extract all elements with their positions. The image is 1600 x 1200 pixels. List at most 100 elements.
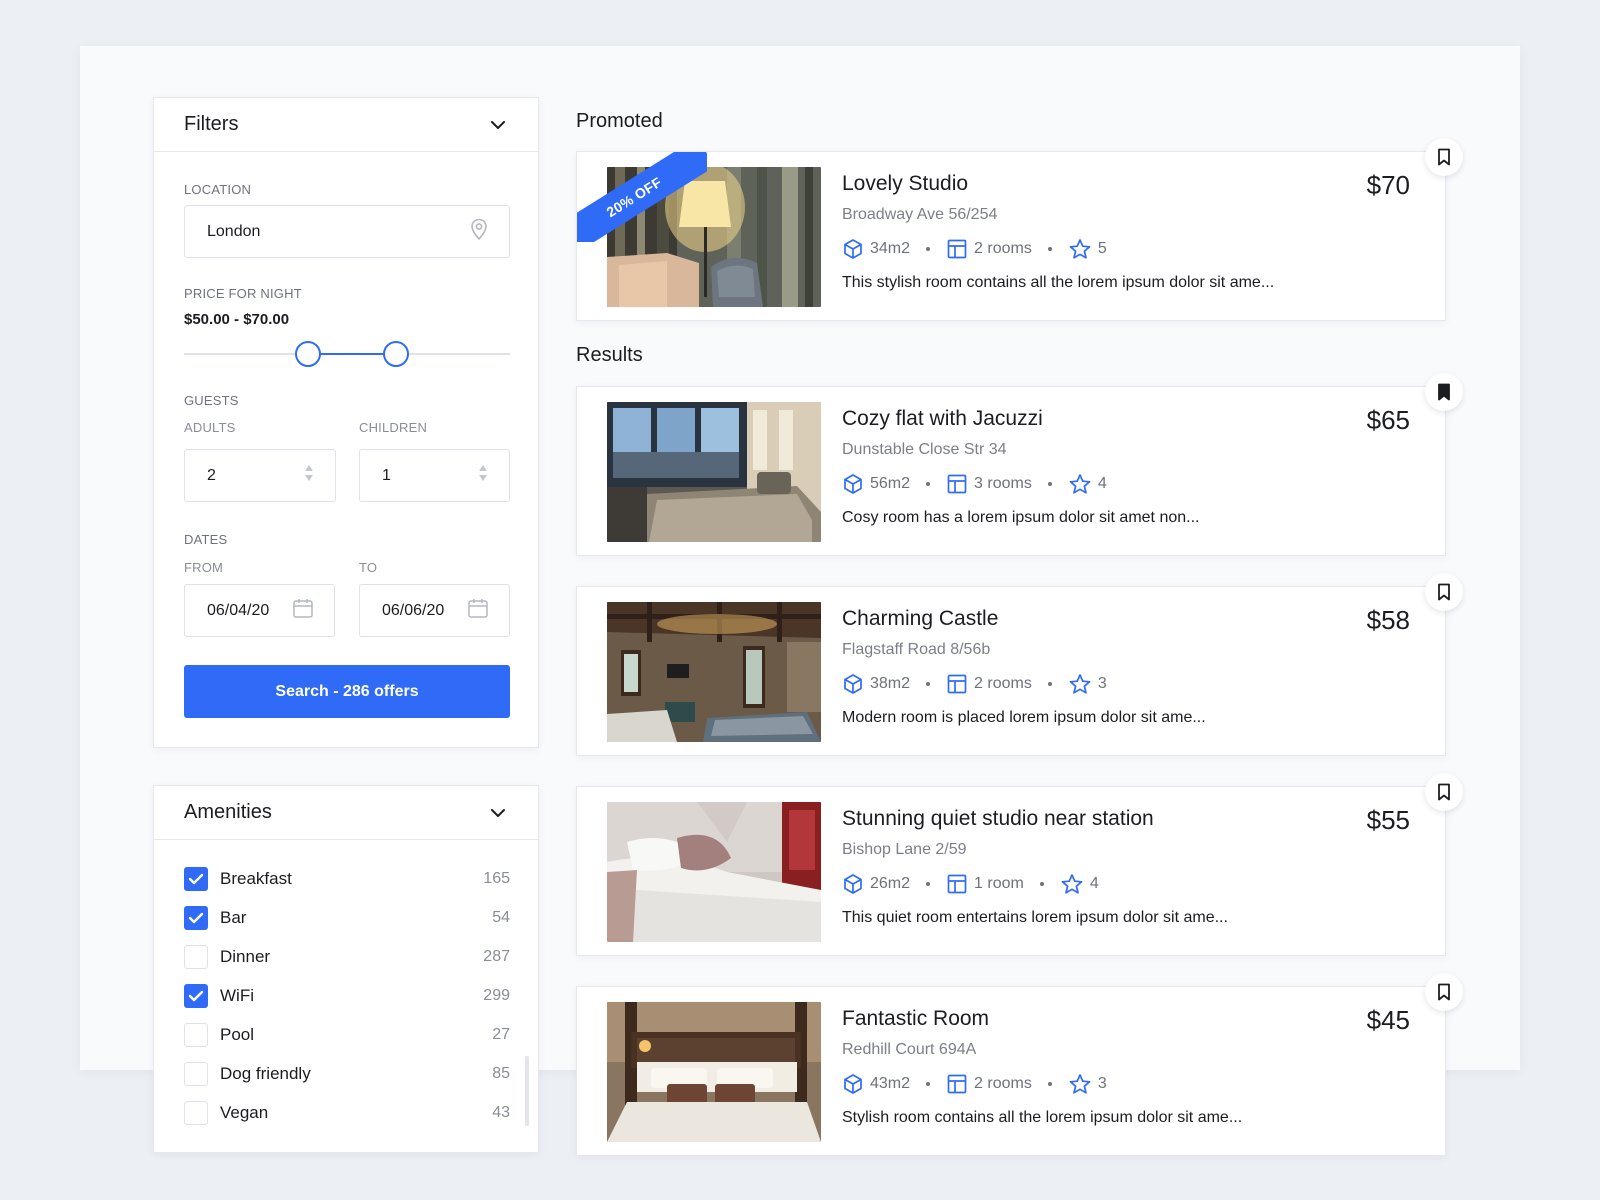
listing-address: Bishop Lane 2/59 bbox=[842, 841, 967, 858]
bookmark-button[interactable] bbox=[1425, 138, 1463, 176]
area-info: 38m2 bbox=[842, 673, 910, 695]
cube-icon bbox=[844, 674, 862, 694]
listing-description: Modern room is placed lorem ipsum dolor … bbox=[842, 709, 1206, 726]
bookmark-button[interactable] bbox=[1425, 973, 1463, 1011]
separator-dot bbox=[1039, 882, 1044, 886]
cube-icon bbox=[844, 474, 862, 494]
amenity-checkbox[interactable] bbox=[184, 1100, 208, 1125]
chevron-down-icon[interactable] bbox=[488, 115, 508, 135]
star-icon bbox=[1061, 874, 1083, 894]
separator-dot bbox=[926, 247, 931, 251]
checkmark-icon bbox=[188, 873, 204, 884]
area-value: 38m2 bbox=[870, 675, 911, 692]
children-stepper[interactable]: 1 bbox=[359, 449, 510, 502]
filters-title: Filters bbox=[184, 113, 239, 135]
amenity-label: WiFi bbox=[220, 985, 254, 1005]
separator-dot bbox=[1047, 482, 1052, 486]
amenity-item[interactable]: Bar 54 bbox=[184, 898, 510, 937]
listing-title[interactable]: Lovely Studio bbox=[842, 172, 968, 196]
adults-stepper[interactable]: 2 bbox=[184, 449, 336, 502]
floorplan-icon bbox=[947, 239, 967, 259]
rooms-info: 2 rooms bbox=[946, 1073, 1032, 1095]
amenity-count: 165 bbox=[483, 869, 510, 887]
separator-dot bbox=[1047, 247, 1052, 251]
listing-photo[interactable] bbox=[607, 602, 821, 742]
filters-panel: Filters LOCATION London PRICE FOR NIGHT … bbox=[153, 97, 539, 748]
price-range-value: $50.00 - $70.00 bbox=[184, 311, 290, 328]
amenity-checkbox[interactable] bbox=[184, 944, 208, 969]
rating-info: 5 bbox=[1068, 238, 1107, 260]
amenity-checkbox[interactable] bbox=[184, 866, 208, 891]
amenity-checkbox[interactable] bbox=[184, 905, 208, 930]
amenity-item[interactable]: Dog friendly 85 bbox=[184, 1054, 510, 1093]
floorplan-icon bbox=[947, 1074, 967, 1094]
stepper-arrows-icon[interactable] bbox=[303, 463, 315, 488]
listing-photo[interactable] bbox=[607, 402, 821, 542]
results-heading: Results bbox=[576, 344, 643, 366]
price-label: PRICE FOR NIGHT bbox=[184, 286, 302, 301]
separator-dot bbox=[1047, 682, 1052, 686]
floorplan-icon bbox=[947, 674, 967, 694]
listing-title[interactable]: Fantastic Room bbox=[842, 1007, 989, 1031]
star-icon bbox=[1069, 674, 1091, 694]
rooms-info: 2 rooms bbox=[946, 673, 1032, 695]
amenity-label: Vegan bbox=[220, 1102, 269, 1122]
filters-header[interactable]: Filters bbox=[154, 98, 538, 152]
separator-dot bbox=[926, 1082, 931, 1086]
bookmark-button[interactable] bbox=[1425, 773, 1463, 811]
listing-title[interactable]: Stunning quiet studio near station bbox=[842, 807, 1154, 831]
bookmark-button[interactable] bbox=[1425, 373, 1463, 411]
amenities-scrollbar[interactable] bbox=[525, 1056, 529, 1126]
listing-title[interactable]: Charming Castle bbox=[842, 607, 998, 631]
amenity-item[interactable]: Breakfast 165 bbox=[184, 859, 510, 898]
location-pin-icon bbox=[469, 217, 489, 246]
price-slider-min-handle[interactable] bbox=[294, 341, 321, 367]
adults-value: 2 bbox=[207, 466, 216, 484]
from-date-input[interactable]: 06/04/20 bbox=[184, 584, 335, 637]
chevron-down-icon[interactable] bbox=[488, 803, 508, 823]
search-button[interactable]: Search - 286 offers bbox=[184, 665, 510, 718]
star-icon bbox=[1069, 239, 1091, 259]
rooms-value: 2 rooms bbox=[974, 1075, 1032, 1092]
price-slider-max-handle[interactable] bbox=[382, 341, 409, 367]
listing-photo[interactable] bbox=[607, 802, 821, 942]
location-input[interactable]: London bbox=[184, 205, 510, 258]
promoted-listing-card[interactable]: 20% OFF Lovely Studio Broadway Ave 56/25… bbox=[576, 138, 1463, 321]
area-value: 43m2 bbox=[870, 1075, 911, 1092]
rating-value: 4 bbox=[1089, 875, 1099, 892]
rooms-info: 2 rooms bbox=[946, 238, 1032, 260]
listing-meta: 26m2 1 room 4 bbox=[842, 873, 1099, 895]
rating-info: 3 bbox=[1068, 673, 1107, 695]
listing-card[interactable]: Cozy flat with Jacuzzi Dunstable Close St… bbox=[576, 373, 1463, 556]
rooms-info: 3 rooms bbox=[946, 473, 1032, 495]
listing-title[interactable]: Cozy flat with Jacuzzi bbox=[842, 407, 1043, 431]
listing-meta: 34m2 2 rooms 5 bbox=[842, 238, 1107, 260]
amenity-item[interactable]: Vegan 43 bbox=[184, 1093, 510, 1132]
listing-photo[interactable] bbox=[607, 1002, 821, 1142]
stepper-arrows-icon[interactable] bbox=[477, 463, 489, 488]
amenity-label: Dog friendly bbox=[220, 1063, 311, 1083]
amenity-checkbox[interactable] bbox=[184, 1022, 208, 1047]
listing-card[interactable]: Charming Castle Flagstaff Road 8/56b 38m2 2… bbox=[576, 573, 1463, 756]
amenity-checkbox[interactable] bbox=[184, 1061, 208, 1086]
amenity-checkbox[interactable] bbox=[184, 983, 208, 1008]
bookmark-button[interactable] bbox=[1425, 573, 1463, 611]
amenity-item[interactable]: Pool 27 bbox=[184, 1015, 510, 1054]
amenities-header[interactable]: Amenities bbox=[154, 786, 538, 840]
calendar-icon[interactable] bbox=[467, 597, 489, 624]
listing-description: This stylish room contains all the lorem… bbox=[842, 274, 1275, 291]
dates-label: DATES bbox=[184, 532, 228, 547]
calendar-icon[interactable] bbox=[292, 597, 314, 624]
listing-address: Redhill Court 694A bbox=[842, 1041, 977, 1058]
amenities-title: Amenities bbox=[184, 801, 272, 823]
listing-price: $45 bbox=[1366, 1005, 1410, 1035]
to-label: TO bbox=[359, 560, 378, 575]
price-slider[interactable] bbox=[184, 341, 510, 367]
listing-card[interactable]: Stunning quiet studio near station Bishop… bbox=[576, 773, 1463, 956]
listing-card[interactable]: Fantastic Room Redhill Court 694A 43m2 2 ro… bbox=[576, 973, 1463, 1156]
rating-value: 3 bbox=[1097, 1075, 1107, 1092]
listing-address: Broadway Ave 56/254 bbox=[842, 206, 998, 223]
amenity-item[interactable]: WiFi 299 bbox=[184, 976, 510, 1015]
to-date-input[interactable]: 06/06/20 bbox=[359, 584, 510, 637]
amenity-item[interactable]: Dinner 287 bbox=[184, 937, 510, 976]
